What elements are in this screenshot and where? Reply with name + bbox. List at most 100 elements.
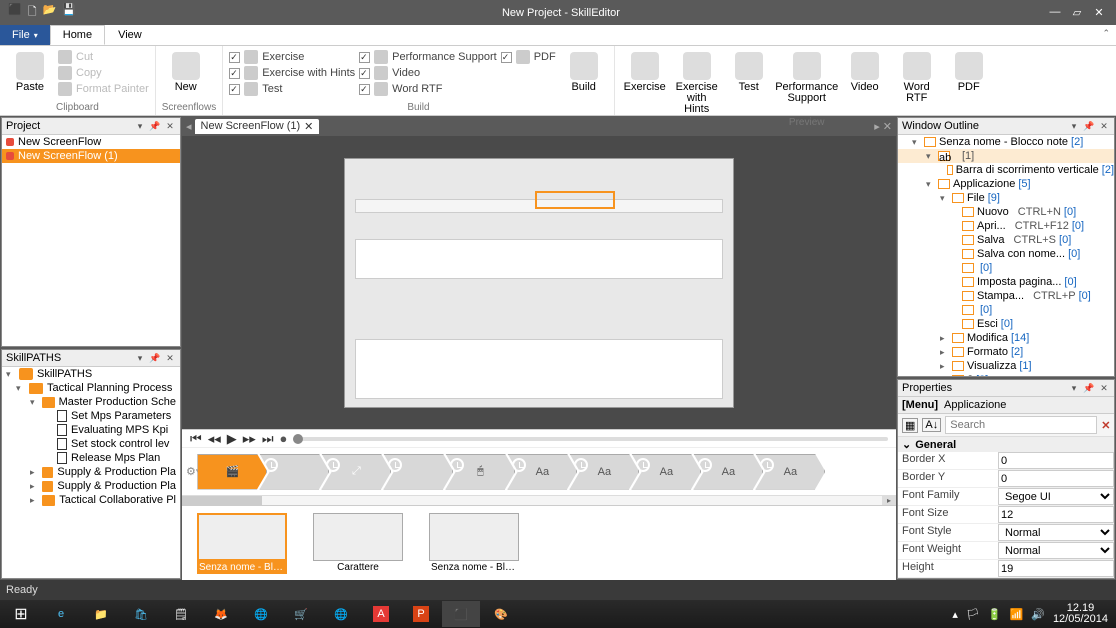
taskbar-sticky[interactable]: 🗒 <box>162 601 200 627</box>
expand-icon[interactable]: ▾ <box>940 193 949 204</box>
outline-node[interactable]: NuovoCTRL+N [0] <box>898 205 1114 219</box>
outline-node[interactable]: ▾Senza nome - Blocco note [2] <box>898 135 1114 149</box>
outline-node[interactable]: Stampa...CTRL+P [0] <box>898 289 1114 303</box>
play-button[interactable]: ▶ <box>227 431 237 447</box>
prev-frame-button[interactable]: ◂◂ <box>208 431 221 447</box>
minimize-button[interactable]: — <box>1046 6 1064 19</box>
thumbnail[interactable]: Senza nome - Blocco... <box>194 513 290 574</box>
taskbar-ie[interactable]: e <box>42 601 80 627</box>
build-test-check[interactable]: Test <box>229 82 355 96</box>
taskbar-adobe[interactable]: A <box>362 601 400 627</box>
skillpaths-node[interactable]: ▾Master Production Sche <box>2 395 180 409</box>
build-exercise-hints-check[interactable]: Exercise with Hints <box>229 66 355 80</box>
expand-icon[interactable]: ▾ <box>926 179 935 190</box>
open-folder-icon[interactable]: 📂 <box>43 3 57 22</box>
panel-dropdown-icon[interactable]: ▾ <box>134 121 146 132</box>
step-item[interactable] <box>259 454 329 490</box>
expand-icon[interactable]: ▸ <box>940 361 949 372</box>
panel-pin-icon[interactable]: 📌 <box>149 121 161 132</box>
skillpaths-node[interactable]: Set stock control lev <box>2 437 180 451</box>
taskbar-chrome[interactable]: 🌐 <box>242 601 280 627</box>
prop-font-size-input[interactable] <box>998 506 1114 523</box>
preview-pdf-button[interactable]: PDF <box>945 50 993 95</box>
skillpaths-node[interactable]: Set Mps Parameters <box>2 409 180 423</box>
close-button[interactable]: ✕ <box>1090 6 1108 19</box>
outline-node[interactable]: [0] <box>898 303 1114 317</box>
preview-exercise-button[interactable]: Exercise <box>621 50 669 95</box>
panel-close-icon[interactable]: ✕ <box>1098 383 1110 394</box>
cut-button[interactable]: Cut <box>58 50 149 64</box>
step-item[interactable] <box>383 454 453 490</box>
outline-node[interactable]: ▸? [3] <box>898 373 1114 376</box>
file-tab[interactable]: File <box>0 25 50 45</box>
format-painter-button[interactable]: Format Painter <box>58 82 149 96</box>
outline-node[interactable]: Esci [0] <box>898 317 1114 331</box>
skillpaths-node[interactable]: Evaluating MPS Kpi <box>2 423 180 437</box>
start-button[interactable]: ⊞ <box>2 601 40 627</box>
panel-close-icon[interactable]: ✕ <box>1098 121 1110 132</box>
tabbar-nav-left-icon[interactable]: ◂ <box>186 120 192 133</box>
taskbar-powerpoint[interactable]: P <box>402 601 440 627</box>
outline-node[interactable]: SalvaCTRL+S [0] <box>898 233 1114 247</box>
prop-border-x-input[interactable] <box>998 452 1114 469</box>
prop-border-y-input[interactable] <box>998 470 1114 487</box>
panel-close-icon[interactable]: ✕ <box>164 353 176 364</box>
taskbar-explorer[interactable]: 📁 <box>82 601 120 627</box>
outline-node[interactable]: Apri...CTRL+F12 [0] <box>898 219 1114 233</box>
project-item[interactable]: New ScreenFlow <box>2 135 180 149</box>
outline-node[interactable]: Imposta pagina... [0] <box>898 275 1114 289</box>
skillpaths-node[interactable]: Release Mps Plan <box>2 451 180 465</box>
next-frame-button[interactable]: ▸▸ <box>243 431 256 447</box>
tray-up-icon[interactable]: ▴ <box>952 608 958 621</box>
build-perf-check[interactable]: Performance Support <box>359 50 497 64</box>
prop-sort-category-icon[interactable]: ▦ <box>902 418 918 433</box>
tray-clock[interactable]: 12.19 12/05/2014 <box>1053 603 1108 625</box>
document-canvas[interactable] <box>182 136 896 429</box>
panel-close-icon[interactable]: ✕ <box>164 121 176 132</box>
step-item[interactable]: Aa <box>755 454 825 490</box>
preview-word-button[interactable]: Word RTF <box>893 50 941 106</box>
outline-node[interactable]: ▸Formato [2] <box>898 345 1114 359</box>
skillpaths-node[interactable]: ▸Supply & Production Pla <box>2 465 180 479</box>
properties-search-input[interactable] <box>945 416 1097 434</box>
scroll-right-icon[interactable]: ▸ <box>882 496 896 505</box>
last-frame-button[interactable]: ⏭ <box>262 431 274 447</box>
tab-view[interactable]: View <box>105 25 155 45</box>
document-tab[interactable]: New ScreenFlow (1) ✕ <box>195 119 320 134</box>
step-item[interactable]: ⤢ <box>321 454 391 490</box>
step-item[interactable]: 🖱 <box>445 454 515 490</box>
panel-dropdown-icon[interactable]: ▾ <box>1068 121 1080 132</box>
tab-home[interactable]: Home <box>50 25 105 45</box>
thumbnail[interactable]: Senza nome - Blocco... <box>426 513 522 574</box>
ribbon-collapse-icon[interactable]: ⌃ <box>1102 28 1110 39</box>
panel-pin-icon[interactable]: 📌 <box>149 353 161 364</box>
expand-icon[interactable]: ▾ <box>912 137 921 148</box>
prop-font-family-select[interactable]: Segoe UI <box>998 488 1114 505</box>
paste-button[interactable]: Paste <box>6 50 54 95</box>
step-item[interactable]: 🎬 <box>197 454 267 490</box>
search-clear-icon[interactable]: ✕ <box>1101 419 1110 432</box>
first-frame-button[interactable]: ⏮ <box>190 431 202 447</box>
step-item[interactable]: Aa <box>569 454 639 490</box>
taskbar-paint[interactable]: 🎨 <box>482 601 520 627</box>
copy-button[interactable]: Copy <box>58 66 149 80</box>
step-scrollbar[interactable]: ▸ <box>182 495 896 505</box>
outline-node[interactable]: Barra di scorrimento verticale [2] <box>898 163 1114 177</box>
step-item[interactable]: Aa <box>507 454 577 490</box>
outline-node[interactable]: [0] <box>898 261 1114 275</box>
save-icon[interactable]: 💾 <box>62 3 76 22</box>
preview-test-button[interactable]: Test <box>725 50 773 95</box>
taskbar-firefox[interactable]: 🦊 <box>202 601 240 627</box>
project-item[interactable]: New ScreenFlow (1) <box>2 149 180 163</box>
outline-node[interactable]: ▾Applicazione [5] <box>898 177 1114 191</box>
panel-dropdown-icon[interactable]: ▾ <box>134 353 146 364</box>
tray-network-icon[interactable]: 📶 <box>1010 608 1024 621</box>
prop-font-style-select[interactable]: Normal <box>998 524 1114 541</box>
taskbar-app[interactable]: 🌐 <box>322 601 360 627</box>
panel-dropdown-icon[interactable]: ▾ <box>1068 383 1080 394</box>
tray-flag-icon[interactable]: 🏳 <box>966 608 980 621</box>
step-item[interactable]: Aa <box>693 454 763 490</box>
skillpaths-node[interactable]: ▸Supply & Production Pla <box>2 479 180 493</box>
taskbar-access[interactable]: 🛒 <box>282 601 320 627</box>
outline-node[interactable]: ▸Visualizza [1] <box>898 359 1114 373</box>
